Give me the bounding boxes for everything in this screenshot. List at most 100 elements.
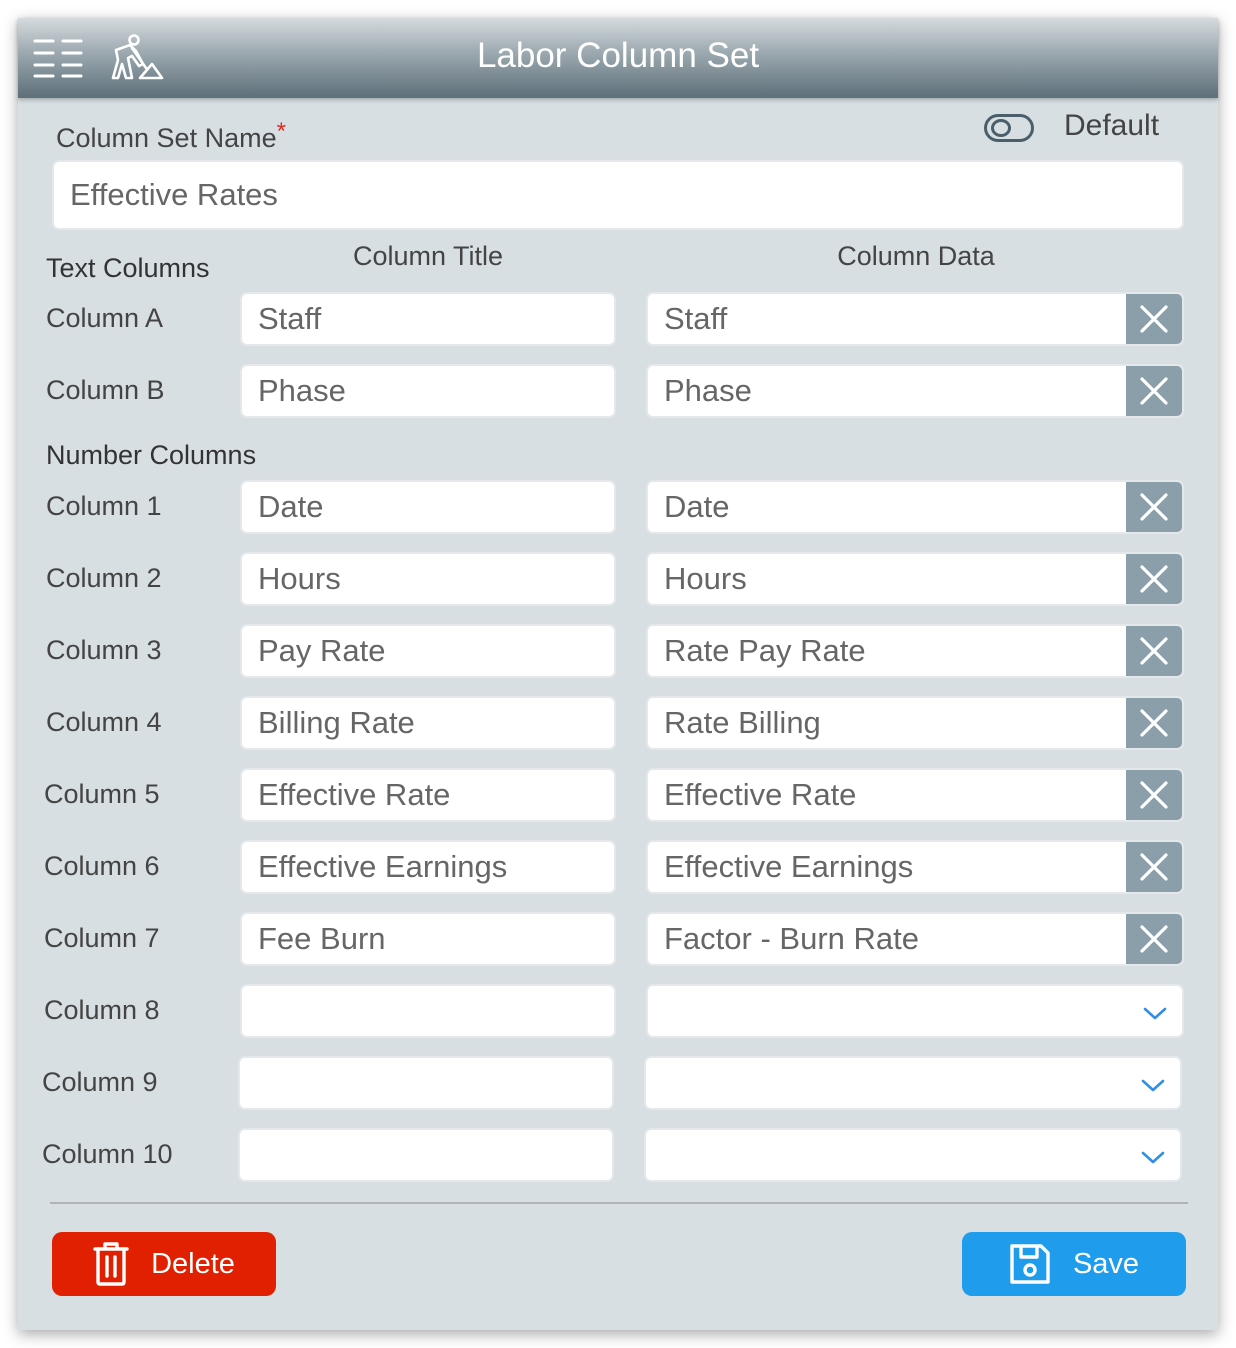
column-data-input[interactable] bbox=[648, 914, 1126, 964]
column-data-field[interactable] bbox=[646, 480, 1184, 534]
column-title-field[interactable] bbox=[240, 840, 616, 894]
clear-button[interactable] bbox=[1126, 482, 1182, 532]
column-title-field[interactable] bbox=[240, 364, 616, 418]
column-data-input[interactable] bbox=[648, 842, 1126, 892]
save-label: Save bbox=[1072, 1247, 1140, 1280]
close-icon bbox=[1140, 305, 1168, 333]
chevron-down-icon[interactable] bbox=[1142, 1004, 1168, 1022]
close-icon bbox=[1140, 565, 1168, 593]
column-set-name-label: Column Set Name* bbox=[56, 118, 286, 156]
column-data-field[interactable] bbox=[646, 696, 1184, 750]
text-columns-heading: Text Columns bbox=[46, 253, 210, 283]
save-button[interactable]: Save bbox=[962, 1232, 1186, 1296]
column-title-field[interactable] bbox=[240, 624, 616, 678]
row-label: Column 9 bbox=[42, 1067, 158, 1097]
column-title-input[interactable] bbox=[242, 294, 614, 344]
number-columns-heading: Number Columns bbox=[46, 440, 257, 470]
clear-button[interactable] bbox=[1126, 626, 1182, 676]
save-disk-icon bbox=[1010, 1244, 1050, 1284]
column-title-input[interactable] bbox=[242, 986, 614, 1036]
column-title-field[interactable] bbox=[238, 1128, 614, 1182]
clear-button[interactable] bbox=[1126, 294, 1182, 344]
clear-button[interactable] bbox=[1126, 914, 1182, 964]
row-label: Column 1 bbox=[46, 491, 162, 521]
close-icon bbox=[1140, 853, 1168, 881]
column-data-input[interactable] bbox=[648, 482, 1126, 532]
column-data-field[interactable] bbox=[646, 552, 1184, 606]
row-label: Column 6 bbox=[44, 851, 160, 881]
column-data-field[interactable] bbox=[646, 364, 1184, 418]
column-data-input[interactable] bbox=[648, 626, 1126, 676]
chevron-down-icon[interactable] bbox=[1140, 1148, 1166, 1166]
row-label: Column A bbox=[46, 303, 164, 333]
column-data-select[interactable] bbox=[644, 1128, 1182, 1182]
close-icon bbox=[1140, 493, 1168, 521]
column-data-input[interactable] bbox=[648, 698, 1126, 748]
clear-button[interactable] bbox=[1126, 366, 1182, 416]
column-data-select[interactable] bbox=[646, 984, 1184, 1038]
column-data-field[interactable] bbox=[646, 840, 1184, 894]
column-data-field[interactable] bbox=[646, 624, 1184, 678]
row-label: Column B bbox=[46, 375, 165, 405]
column-data-input[interactable] bbox=[648, 554, 1126, 604]
default-label: Default bbox=[1064, 109, 1160, 142]
labor-column-set-window: Labor Column Set Column Set Name* Defaul… bbox=[18, 18, 1218, 1330]
column-title-input[interactable] bbox=[242, 698, 614, 748]
column-title-input[interactable] bbox=[242, 626, 614, 676]
column-title-header: Column Title bbox=[352, 241, 504, 271]
delete-button[interactable]: Delete bbox=[52, 1232, 276, 1296]
close-icon bbox=[1140, 781, 1168, 809]
column-data-header: Column Data bbox=[837, 241, 995, 271]
column-data-input[interactable] bbox=[648, 294, 1126, 344]
column-data-input[interactable] bbox=[648, 366, 1126, 416]
column-set-name-input[interactable] bbox=[54, 162, 1182, 228]
column-data-input[interactable] bbox=[648, 770, 1126, 820]
row-label: Column 8 bbox=[44, 995, 160, 1025]
column-title-input[interactable] bbox=[240, 1058, 612, 1108]
row-label: Column 2 bbox=[46, 563, 162, 593]
close-icon bbox=[1140, 709, 1168, 737]
column-title-input[interactable] bbox=[242, 842, 614, 892]
column-title-field[interactable] bbox=[238, 1056, 614, 1110]
column-set-name-text: Column Set Name bbox=[56, 123, 277, 153]
row-label: Column 3 bbox=[46, 635, 162, 665]
column-title-input[interactable] bbox=[242, 366, 614, 416]
required-marker: * bbox=[276, 118, 286, 145]
title-bar: Labor Column Set bbox=[18, 18, 1218, 98]
chevron-down-icon[interactable] bbox=[1140, 1076, 1166, 1094]
clear-button[interactable] bbox=[1126, 842, 1182, 892]
row-label: Column 10 bbox=[42, 1139, 173, 1169]
column-title-field[interactable] bbox=[240, 984, 616, 1038]
column-title-field[interactable] bbox=[240, 768, 616, 822]
column-data-select[interactable] bbox=[644, 1056, 1182, 1110]
delete-label: Delete bbox=[151, 1247, 235, 1280]
column-title-field[interactable] bbox=[240, 696, 616, 750]
window-title: Labor Column Set bbox=[476, 36, 760, 75]
column-title-input[interactable] bbox=[242, 482, 614, 532]
footer-divider bbox=[50, 1202, 1188, 1204]
column-title-input[interactable] bbox=[242, 914, 614, 964]
column-title-field[interactable] bbox=[240, 292, 616, 346]
column-data-field[interactable] bbox=[646, 912, 1184, 966]
column-title-field[interactable] bbox=[240, 912, 616, 966]
column-title-input[interactable] bbox=[242, 554, 614, 604]
close-icon bbox=[1140, 637, 1168, 665]
clear-button[interactable] bbox=[1126, 698, 1182, 748]
clear-button[interactable] bbox=[1126, 554, 1182, 604]
column-title-input[interactable] bbox=[242, 770, 614, 820]
column-title-input[interactable] bbox=[240, 1130, 612, 1180]
column-data-field[interactable] bbox=[646, 768, 1184, 822]
row-label: Column 5 bbox=[44, 779, 160, 809]
row-label: Column 7 bbox=[44, 923, 160, 953]
column-set-name-field[interactable] bbox=[52, 160, 1184, 230]
default-toggle[interactable] bbox=[984, 114, 1034, 142]
column-title-field[interactable] bbox=[240, 480, 616, 534]
column-title-field[interactable] bbox=[240, 552, 616, 606]
trash-icon bbox=[93, 1242, 129, 1286]
row-label: Column 4 bbox=[46, 707, 162, 737]
toggle-knob bbox=[991, 119, 1011, 137]
column-data-field[interactable] bbox=[646, 292, 1184, 346]
close-icon bbox=[1140, 925, 1168, 953]
close-icon bbox=[1140, 377, 1168, 405]
clear-button[interactable] bbox=[1126, 770, 1182, 820]
